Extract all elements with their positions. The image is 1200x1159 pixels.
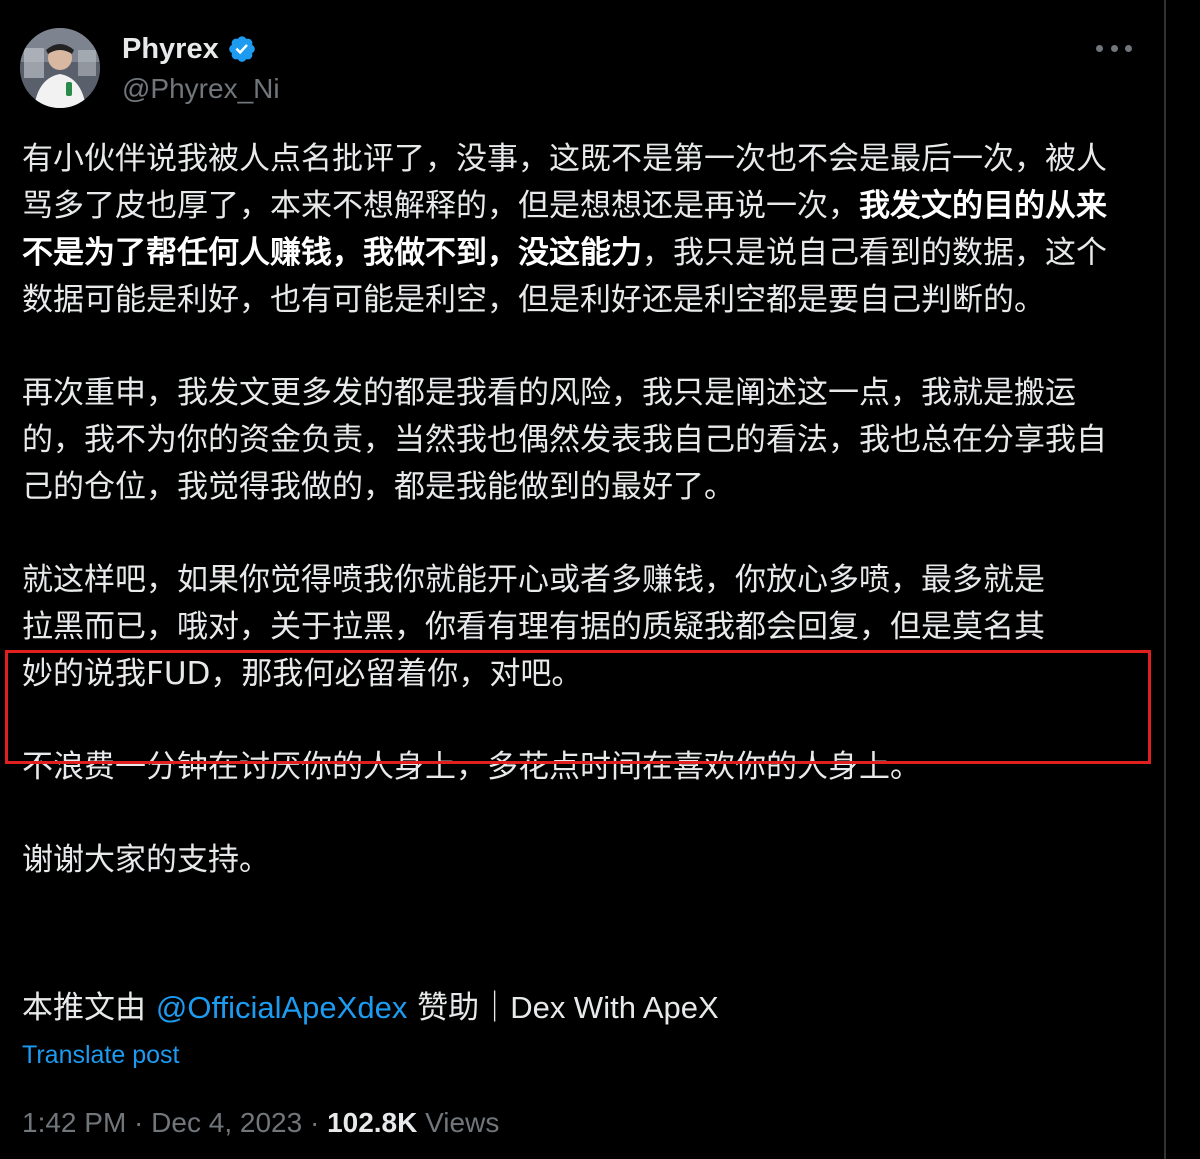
dot-icon (1096, 44, 1103, 52)
sponsor-mention-link[interactable]: @OfficialApeXdex (156, 990, 407, 1025)
paragraph-2: 再次重申，我发文更多发的都是我看的风险，我只是阐述这一点，我就是搬运的，我不为你… (22, 375, 1107, 505)
more-options-icon[interactable] (1096, 36, 1132, 60)
verified-badge-icon[interactable] (227, 34, 257, 64)
paragraph-3: 就这样吧，如果你觉得喷我你就能开心或者多赚钱，你放心多喷，最多就是 拉黑而已，哦对… (22, 557, 1132, 698)
meta-separator: · (302, 1107, 328, 1138)
sponsor-prefix: 本推文由 (22, 990, 156, 1026)
sponsor-line: 本推文由 @OfficialApeXdex 赞助｜Dex With ApeX (22, 984, 719, 1032)
column-border (1164, 0, 1166, 1159)
views-count[interactable]: 102.8K (327, 1107, 417, 1138)
dot-icon (1110, 44, 1118, 52)
views-label: Views (417, 1107, 500, 1138)
paragraph-3-line-2: 拉黑而已，哦对，关于拉黑，你看有理有据的质疑我都会回复，但是莫名其 (22, 609, 1045, 645)
author-name-text: Phyrex (122, 33, 219, 65)
tweet-text: 有小伙伴说我被人点名批评了，没事，这既不是第一次也不会是最后一次，被人骂多了皮也… (22, 136, 1132, 930)
user-avatar[interactable] (20, 28, 100, 108)
paragraph-1: 有小伙伴说我被人点名批评了，没事，这既不是第一次也不会是最后一次，被人骂多了皮也… (22, 136, 1132, 324)
meta-separator: · (126, 1107, 152, 1138)
dot-icon (1125, 44, 1132, 52)
avatar-image (20, 28, 100, 108)
post-date[interactable]: Dec 4, 2023 (151, 1107, 302, 1138)
paragraph-3-line-3: 妙的说我FUD，那我何必留着你，对吧。 (22, 656, 583, 692)
paragraph-4: 不浪费一分钟在讨厌你的人身上，多花点时间在喜欢你的人身上。 (22, 749, 921, 785)
author-display-name[interactable]: Phyrex (122, 32, 257, 66)
author-handle[interactable]: @Phyrex_Ni (122, 72, 280, 106)
translate-post-link[interactable]: Translate post (22, 1038, 179, 1072)
paragraph-5: 谢谢大家的支持。 (22, 842, 270, 878)
tweet-metadata: 1:42 PM · Dec 4, 2023 · 102.8K Views (22, 1104, 499, 1142)
sponsor-middle: 赞助｜ (407, 990, 511, 1026)
paragraph-3-line-1: 就这样吧，如果你觉得喷我你就能开心或者多赚钱，你放心多喷，最多就是 (22, 562, 1045, 598)
sponsor-suffix: Dex With ApeX (510, 990, 719, 1025)
post-time[interactable]: 1:42 PM (22, 1107, 126, 1138)
